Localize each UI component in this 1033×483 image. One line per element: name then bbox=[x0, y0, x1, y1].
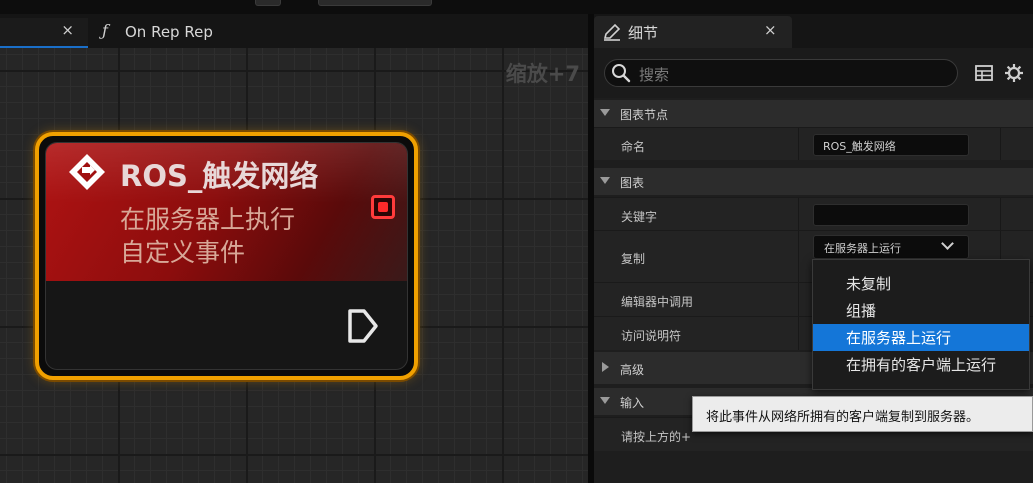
replication-dropdown-menu: 未复制 组播 在服务器上运行 在拥有的客户端上运行 bbox=[812, 259, 1030, 390]
category-label: 图表 bbox=[620, 176, 645, 190]
column-divider bbox=[798, 317, 799, 350]
node-subtitle-line1: 在服务器上执行 bbox=[120, 205, 296, 234]
column-divider bbox=[798, 128, 799, 160]
category-label: 图表节点 bbox=[620, 108, 669, 122]
menu-item-run-on-server[interactable]: 在服务器上运行 bbox=[813, 324, 1029, 351]
delegate-pin[interactable] bbox=[371, 195, 395, 219]
custom-event-node[interactable]: ROS_触发网络 在服务器上执行 自定义事件 bbox=[35, 132, 418, 380]
replication-combo-value: 在服务器上运行 bbox=[824, 242, 901, 255]
tab-event-graph[interactable]: × bbox=[0, 18, 88, 48]
node-title: ROS_触发网络 bbox=[120, 159, 319, 193]
top-strip bbox=[0, 0, 1033, 14]
graph-canvas[interactable]: 缩放+7 ROS_触发网络 在服务器上执行 自定义事件 bbox=[0, 48, 588, 483]
expand-arrow-icon bbox=[600, 177, 610, 184]
toolbar-button[interactable] bbox=[255, 0, 281, 6]
property-label: 编辑器中调用 bbox=[621, 295, 694, 309]
exec-output-pin-icon[interactable] bbox=[346, 307, 380, 345]
search-icon bbox=[612, 64, 631, 83]
column-divider bbox=[798, 231, 799, 282]
menu-item-not-replicated[interactable]: 未复制 bbox=[813, 270, 1029, 297]
pencil-icon bbox=[603, 23, 621, 41]
property-label: 复制 bbox=[621, 252, 646, 266]
menu-item-multicast[interactable]: 组播 bbox=[813, 297, 1029, 324]
property-row-name: 命名 ROS_触发网络 bbox=[594, 127, 1033, 160]
column-divider bbox=[798, 283, 799, 316]
node-subtitle-line2: 自定义事件 bbox=[120, 238, 246, 267]
property-label: 命名 bbox=[621, 140, 646, 154]
menu-item-run-on-owning-client[interactable]: 在拥有的客户端上运行 bbox=[813, 351, 1029, 378]
expand-arrow-icon bbox=[600, 397, 610, 404]
tab-details-label: 细节 bbox=[628, 24, 659, 42]
replication-combo[interactable]: 在服务器上运行 bbox=[813, 235, 969, 259]
keywords-field[interactable] bbox=[813, 204, 969, 226]
category-label: 高级 bbox=[620, 363, 645, 377]
expand-arrow-icon bbox=[602, 362, 609, 372]
node-subtitle: 在服务器上执行 自定义事件 bbox=[120, 203, 295, 269]
inputs-hint: 请按上方的+ bbox=[621, 430, 692, 444]
tab-label: On Rep Rep bbox=[125, 23, 213, 41]
property-label: 访问说明符 bbox=[621, 329, 682, 343]
toolbar-combo[interactable] bbox=[318, 0, 432, 6]
tab-on-rep-rep[interactable]: ƒ On Rep Rep bbox=[90, 18, 250, 48]
column-divider bbox=[798, 198, 799, 230]
column-divider bbox=[1000, 128, 1001, 160]
zoom-label: 缩放+7 bbox=[505, 62, 580, 86]
search-input[interactable]: 搜索 bbox=[604, 59, 958, 87]
details-tab-bar: 细节 × bbox=[594, 14, 1033, 48]
graph-tab-bar: × ƒ On Rep Rep bbox=[0, 14, 588, 48]
name-field[interactable]: ROS_触发网络 bbox=[813, 134, 969, 156]
property-row-keywords: 关键字 bbox=[594, 197, 1033, 230]
event-icon bbox=[69, 154, 105, 190]
gear-icon[interactable] bbox=[1004, 63, 1024, 83]
chevron-down-icon bbox=[941, 237, 954, 250]
category-graph-node[interactable]: 图表节点 bbox=[594, 100, 1033, 127]
expand-arrow-icon bbox=[600, 109, 610, 116]
tab-close-icon[interactable]: × bbox=[764, 21, 777, 39]
tooltip: 将此事件从网络所拥有的客户端复制到服务器。 bbox=[692, 396, 1033, 432]
category-label: 输入 bbox=[620, 396, 645, 410]
category-graph[interactable]: 图表 bbox=[594, 168, 1033, 195]
node-body: ROS_触发网络 在服务器上执行 自定义事件 bbox=[45, 142, 408, 370]
property-matrix-icon[interactable] bbox=[974, 63, 994, 83]
function-icon: ƒ bbox=[102, 21, 108, 40]
search-row: 搜索 bbox=[594, 48, 1033, 98]
column-divider bbox=[1000, 198, 1001, 230]
tab-close-icon[interactable]: × bbox=[61, 21, 74, 39]
property-label: 关键字 bbox=[621, 210, 658, 224]
search-placeholder: 搜索 bbox=[639, 66, 670, 84]
tab-details[interactable]: 细节 × bbox=[594, 16, 792, 48]
